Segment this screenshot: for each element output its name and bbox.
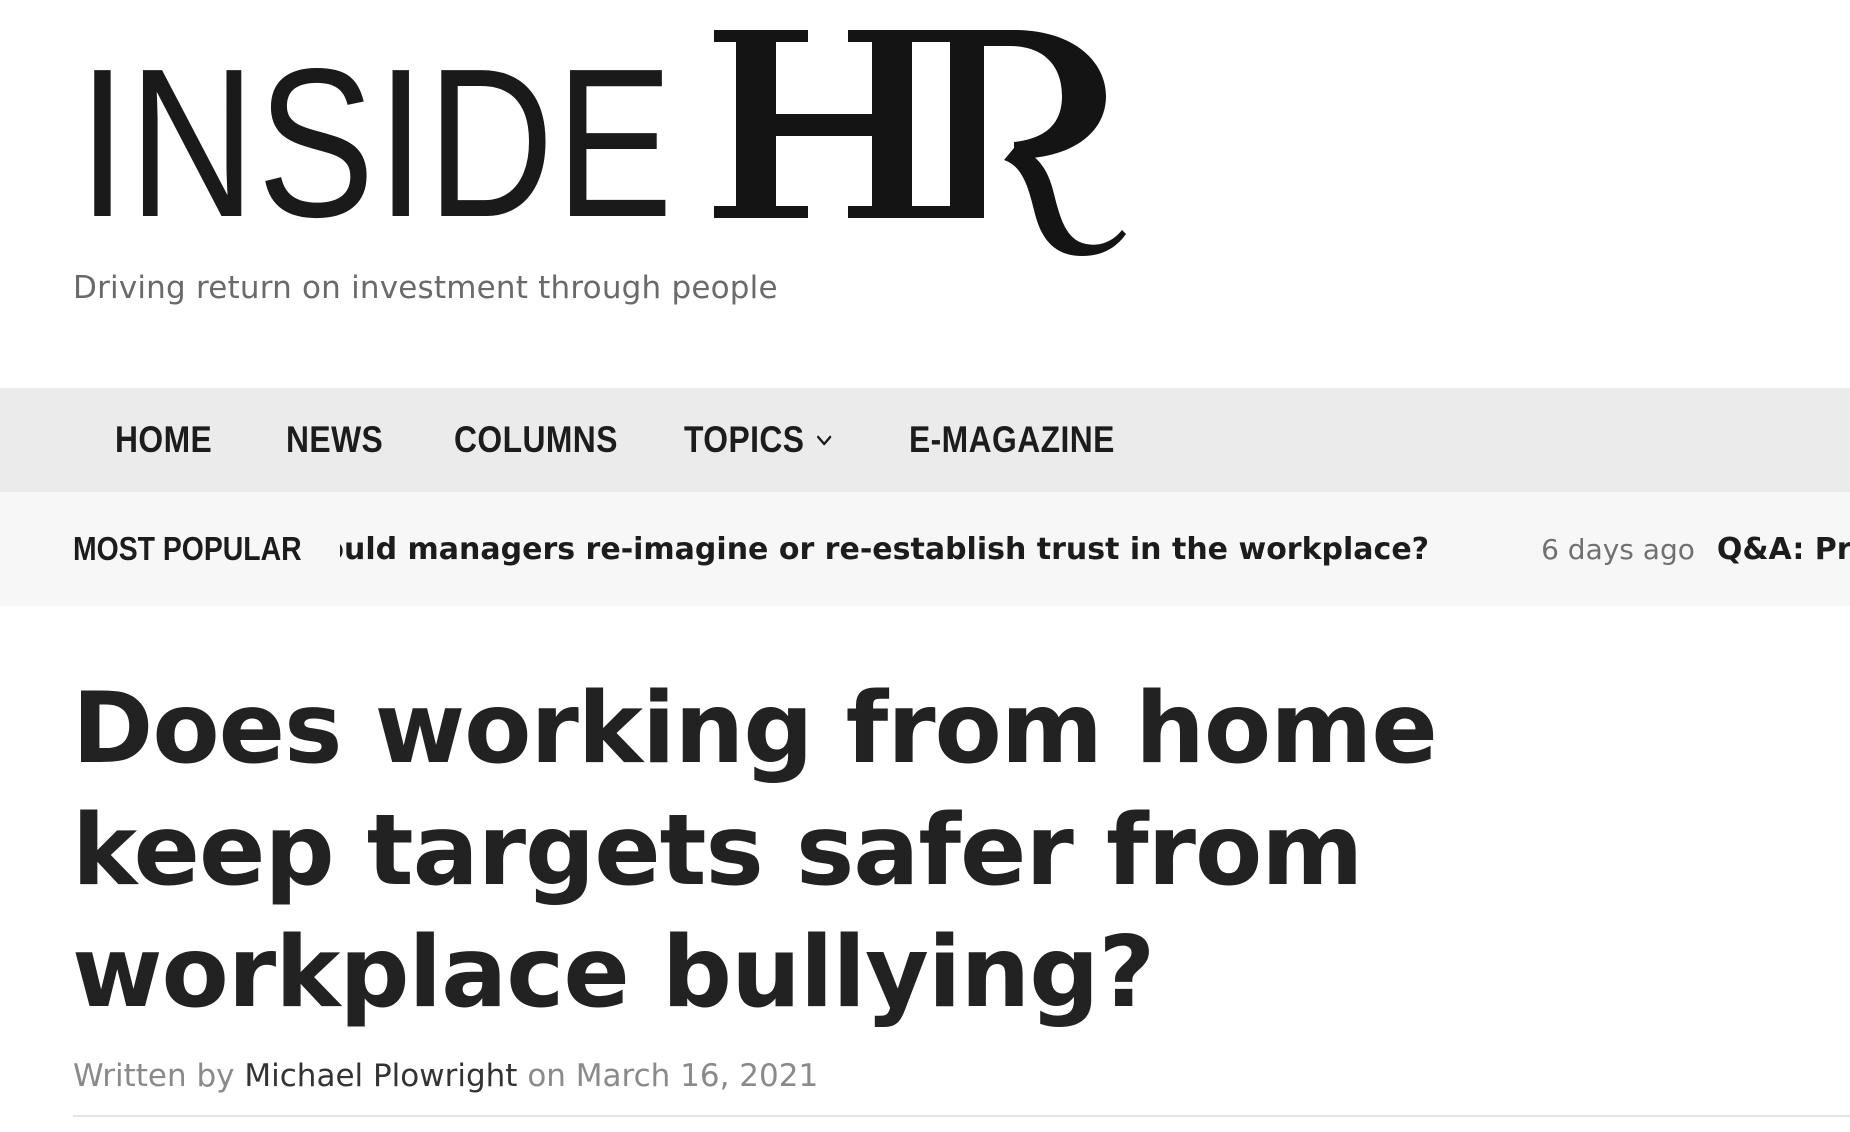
ticker-items: hould managers re-imagine or re-establis… [340,492,1850,606]
publish-date: March 16, 2021 [575,1058,819,1094]
nav-item-e-magazine[interactable]: E-MAGAZINE [909,388,1115,492]
nav-item-topics[interactable]: TOPICS [684,388,834,492]
most-popular-ticker: MOST POPULAR hould managers re-imagine o… [0,492,1850,606]
chevron-down-icon [817,435,832,446]
logo-text-inside: INSIDE [78,24,675,261]
article-byline: Written by Michael Plowright on March 16… [73,1058,818,1094]
main-navigation: HOME NEWS COLUMNS TOPICS E-MAGAZINE [0,388,1850,492]
ticker-headline[interactable]: Q&A: Providing [1717,532,1850,567]
site-header: INSIDE Driving return on investment thro… [0,0,1850,388]
article-title: Does working from home keep targets safe… [72,672,1438,1030]
site-tagline: Driving return on investment through peo… [73,270,778,306]
byline-divider [73,1115,1850,1117]
ticker-label: MOST POPULAR [73,530,302,567]
nav-item-topics-label: TOPICS [684,419,805,460]
nav-item-news[interactable]: NEWS [286,388,383,492]
author-link[interactable]: Michael Plowright [244,1058,517,1094]
logo-hr-mark [714,30,1126,256]
nav-item-home[interactable]: HOME [115,388,212,492]
byline-on: on [527,1058,566,1094]
ticker-timestamp: 6 days ago [1541,532,1695,566]
ticker-headline[interactable]: hould managers re-imagine or re-establis… [340,532,1429,567]
ticker-track: hould managers re-imagine or re-establis… [340,492,1850,606]
nav-item-columns[interactable]: COLUMNS [454,388,618,492]
byline-prefix: Written by [73,1058,235,1094]
